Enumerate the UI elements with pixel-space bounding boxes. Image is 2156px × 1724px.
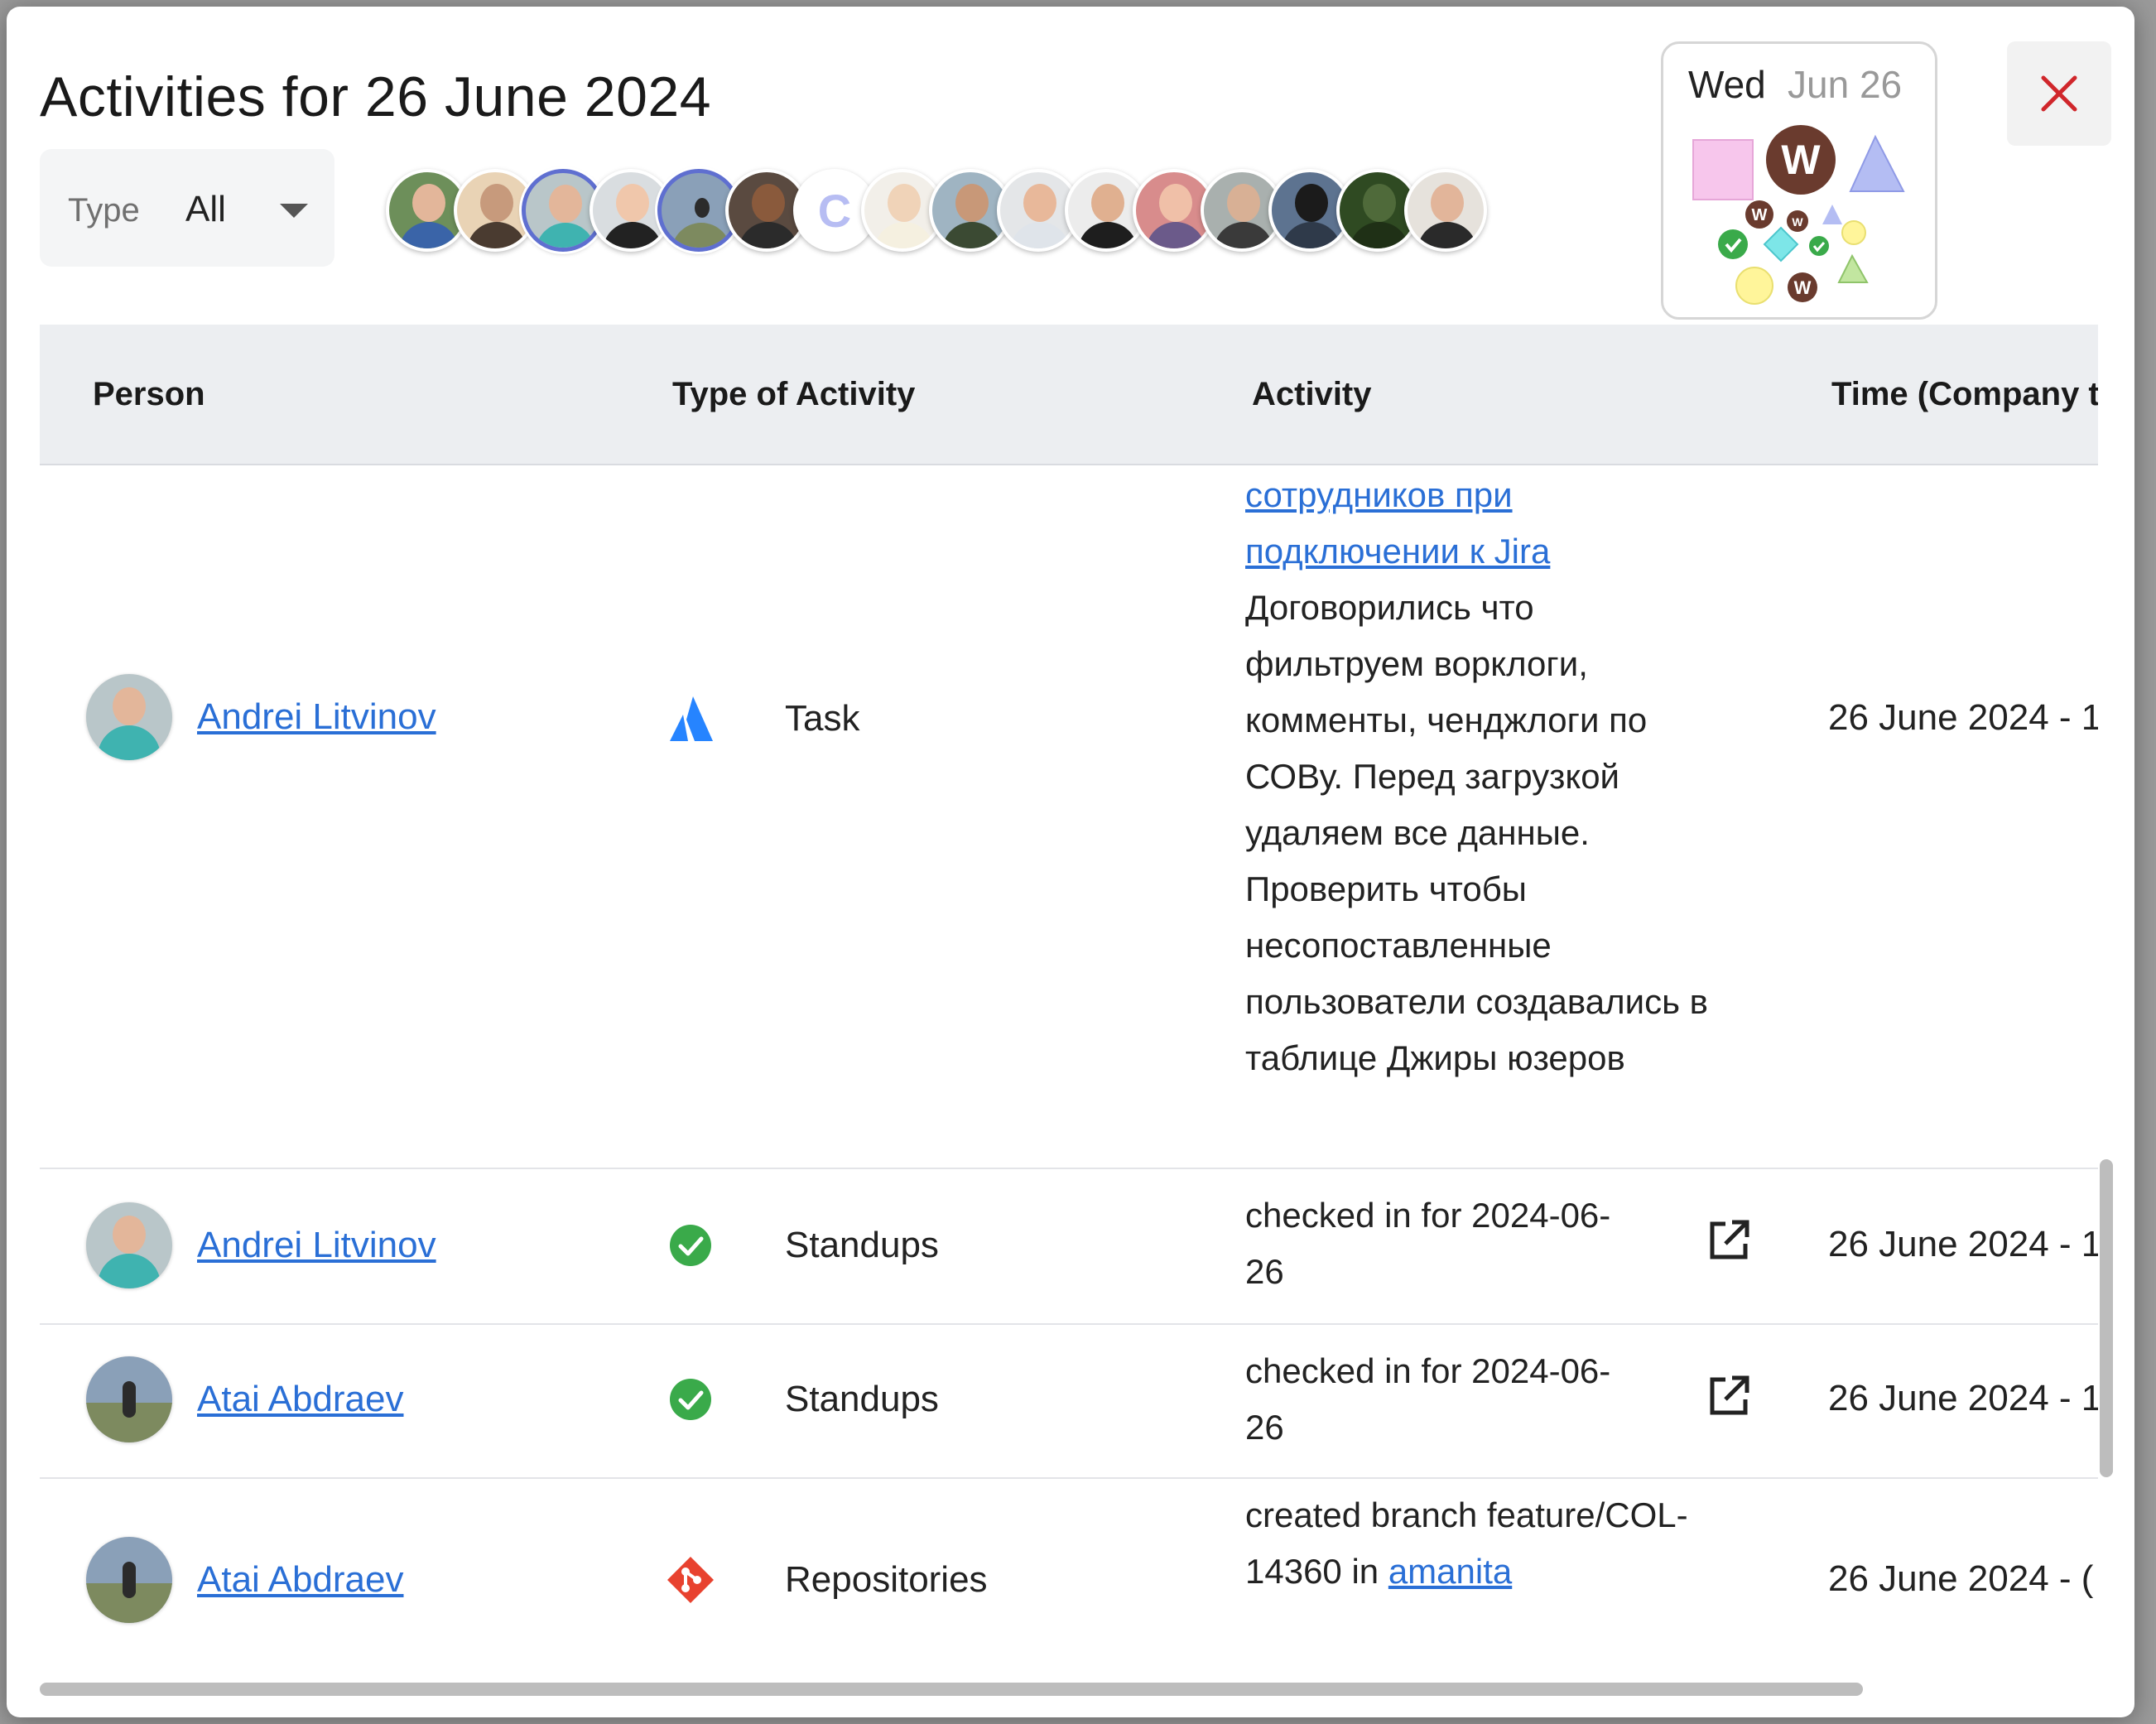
person-cell: Andrei Litvinov [86,1202,436,1288]
activity-text: Договорились что [1245,588,1534,627]
activities-modal: Activities for 26 June 2024 Type All C W… [7,7,2134,1717]
table-row: Andrei Litvinov Standups checked in for … [40,1168,2098,1325]
avatar [86,1202,172,1288]
type-filter-value: All [185,189,226,229]
person-link[interactable]: Andrei Litvinov [197,1225,436,1266]
check-circle-icon [666,1375,715,1424]
activity-text: таблице Джиры юзеров [1245,1038,1625,1077]
person-cell: Atai Abdraev [86,1356,404,1442]
time-cell: 26 June 2024 - 1 [1828,1378,2098,1418]
type-cell: Repositories [666,1555,988,1605]
activity-link[interactable]: сотрудников при [1245,475,1513,514]
close-icon [2041,75,2077,112]
time-cell: 26 June 2024 - 1 [1828,1224,2098,1264]
column-header-time[interactable]: Time (Company t [1831,376,2098,413]
horizontal-scrollbar[interactable] [40,1683,1863,1696]
repository-link[interactable]: amanita [1388,1552,1512,1591]
person-link[interactable]: Andrei Litvinov [197,696,436,738]
activity-cell: created branch feature/COL- 14360 in ama… [1245,1487,1742,1600]
activity-text: 26 [1245,1408,1284,1447]
time-cell: 26 June 2024 - ( [1828,1558,2094,1599]
person-avatar[interactable] [1404,169,1487,252]
activity-text: 14360 in [1245,1552,1388,1591]
external-link-icon[interactable] [1706,1217,1752,1268]
activity-text: комменты, ченджлоги по [1245,701,1648,739]
chevron-down-icon [280,204,308,218]
activity-text: created branch feature/COL- [1245,1495,1688,1534]
activity-text: checked in for 2024-06- [1245,1351,1611,1390]
type-label: Standups [785,1225,939,1265]
svg-text:W: W [1794,277,1812,298]
type-label: Repositories [785,1559,988,1600]
activity-text: СОВу. Перед загрузкой [1245,757,1620,796]
modal-title: Activities for 26 June 2024 [40,65,712,128]
column-header-activity[interactable]: Activity [1252,376,1372,413]
table-header: Person Type of Activity Activity Time (C… [40,325,2098,465]
time-cell: 26 June 2024 - 1 [1828,697,2098,738]
external-link-icon[interactable] [1706,1373,1752,1423]
git-icon [666,1555,715,1605]
person-link[interactable]: Atai Abdraev [197,1559,404,1601]
jira-icon [666,694,715,744]
type-filter-label: Type [68,192,140,229]
activity-cell: checked in for 2024-06- 26 [1245,1187,1742,1300]
activity-text: удаляем все данные. [1245,813,1590,852]
column-header-person[interactable]: Person [93,376,205,413]
activity-cell: сотрудников при подключении к Jira Догов… [1245,467,1742,1086]
activity-link[interactable]: подключении к Jira [1245,532,1550,571]
table-row: Andrei Litvinov Task сотрудников при под… [40,465,2098,1169]
check-circle-icon [666,1221,715,1270]
type-filter-select[interactable]: Type All [40,149,334,267]
day-summary-card[interactable]: Wed Jun 26 W W W W [1661,41,1937,320]
activity-text: фильтруем ворклоги, [1245,644,1588,683]
activity-text: пользователи создавались в [1245,982,1708,1021]
type-label: Standups [785,1379,939,1419]
people-avatar-filter: C [386,169,1512,260]
svg-text:W: W [1752,206,1768,224]
close-button[interactable] [2007,41,2111,146]
type-cell: Standups [666,1221,939,1270]
table-row: Atai Abdraev Repositories created branch… [40,1477,2098,1640]
type-cell: Standups [666,1375,939,1424]
person-cell: Andrei Litvinov [86,674,436,760]
column-header-type[interactable]: Type of Activity [672,376,915,413]
svg-text:W: W [1792,215,1803,229]
avatar [86,1537,172,1623]
activity-cell: checked in for 2024-06- 26 [1245,1343,1742,1456]
svg-text:W: W [1781,137,1821,183]
activity-glyphs-icon: W W W W [1692,125,1905,305]
person-cell: Atai Abdraev [86,1537,404,1623]
type-cell: Task [666,694,859,744]
vertical-scrollbar[interactable] [2100,1159,2113,1477]
activity-text: Проверить чтобы [1245,869,1527,908]
activity-text: несопоставленные [1245,926,1552,965]
activity-text: checked in for 2024-06- [1245,1196,1611,1235]
table-row: Atai Abdraev Standups checked in for 202… [40,1323,2098,1479]
avatar [86,1356,172,1442]
person-link[interactable]: Atai Abdraev [197,1379,404,1420]
activity-text: 26 [1245,1252,1284,1291]
activities-table: Person Type of Activity Activity Time (C… [40,325,2098,1701]
type-label: Task [785,698,860,739]
avatar [86,674,172,760]
